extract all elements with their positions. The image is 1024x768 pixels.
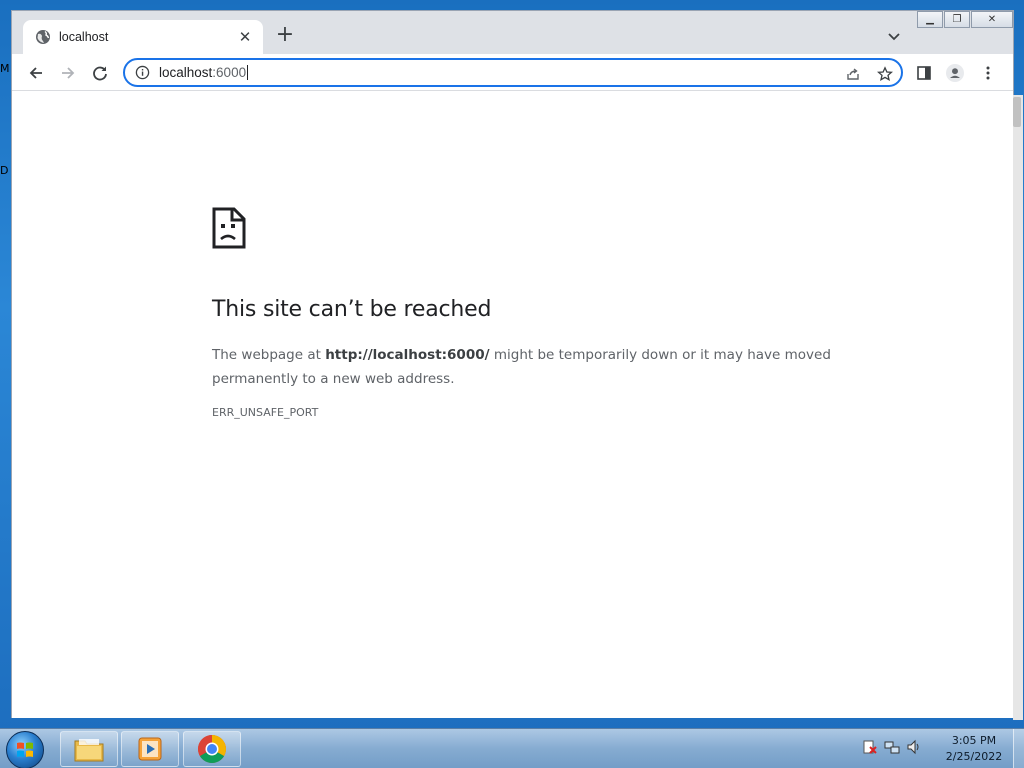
restore-icon[interactable]: ❐	[944, 11, 970, 28]
side-panel-icon[interactable]	[915, 64, 933, 82]
taskbar: 3:05 PM 2/25/2022	[0, 728, 1024, 768]
desktop-scrollbar[interactable]	[1013, 95, 1023, 720]
sad-page-icon	[212, 207, 246, 249]
page-content: This site can’t be reached The webpage a…	[12, 91, 1013, 718]
tab-localhost[interactable]: localhost ✕	[23, 20, 263, 54]
clock-time: 3:05 PM	[951, 734, 997, 747]
error-code: ERR_UNSAFE_PORT	[212, 406, 319, 419]
action-center-icon[interactable]	[862, 739, 878, 755]
taskbar-chrome[interactable]	[183, 731, 241, 767]
media-player-icon	[138, 737, 162, 761]
error-description: The webpage at http://localhost:6000/ mi…	[212, 343, 832, 391]
menu-kebab-icon[interactable]	[979, 64, 997, 82]
window-close-icon[interactable]: ✕	[971, 11, 1013, 28]
reload-icon[interactable]	[90, 63, 110, 83]
window-controls: ▁ ❐ ✕	[916, 11, 1013, 29]
profile-avatar-icon[interactable]	[946, 64, 964, 82]
system-tray	[862, 739, 922, 755]
tab-strip: localhost ✕ +	[12, 11, 1013, 54]
address-bar[interactable]: localhost:6000	[123, 58, 903, 87]
desktop-icon-label-d: D	[0, 164, 9, 177]
taskbar-file-explorer[interactable]	[60, 731, 118, 767]
address-text[interactable]: localhost:6000	[159, 65, 249, 80]
new-tab-icon[interactable]: +	[274, 24, 296, 47]
minimize-icon[interactable]: ▁	[917, 11, 943, 28]
tab-search-chevron-icon[interactable]	[886, 28, 902, 44]
text-caret	[247, 65, 249, 80]
taskbar-media-player[interactable]	[121, 731, 179, 767]
volume-icon[interactable]	[906, 739, 922, 755]
network-icon[interactable]	[884, 739, 900, 755]
scrollbar-thumb[interactable]	[1013, 97, 1021, 127]
start-button[interactable]	[6, 731, 44, 768]
bookmark-star-icon[interactable]	[877, 66, 893, 82]
desktop-icon-label-m: M	[0, 62, 10, 75]
chrome-icon	[198, 735, 226, 763]
forward-icon[interactable]	[58, 63, 78, 83]
url-port: :6000	[212, 65, 247, 80]
globe-icon	[36, 30, 50, 44]
site-info-icon[interactable]	[135, 65, 150, 80]
taskbar-clock[interactable]: 3:05 PM 2/25/2022	[940, 733, 1008, 765]
windows-logo-icon	[17, 742, 33, 757]
tab-title: localhost	[59, 30, 109, 44]
error-text-prefix: The webpage at	[212, 347, 326, 363]
browser-toolbar: localhost:6000	[12, 54, 1013, 91]
folder-icon	[74, 739, 104, 762]
back-icon[interactable]	[26, 63, 46, 83]
url-host: localhost	[159, 65, 213, 80]
error-url: http://localhost:6000/	[325, 347, 490, 363]
browser-window: localhost ✕ + ▁ ❐ ✕ localhost:6000 This …	[11, 10, 1014, 718]
share-icon[interactable]	[845, 66, 861, 82]
tab-close-icon[interactable]: ✕	[237, 28, 253, 46]
error-title: This site can’t be reached	[212, 297, 492, 322]
show-desktop-button[interactable]	[1013, 729, 1024, 768]
clock-date: 2/25/2022	[945, 750, 1003, 763]
